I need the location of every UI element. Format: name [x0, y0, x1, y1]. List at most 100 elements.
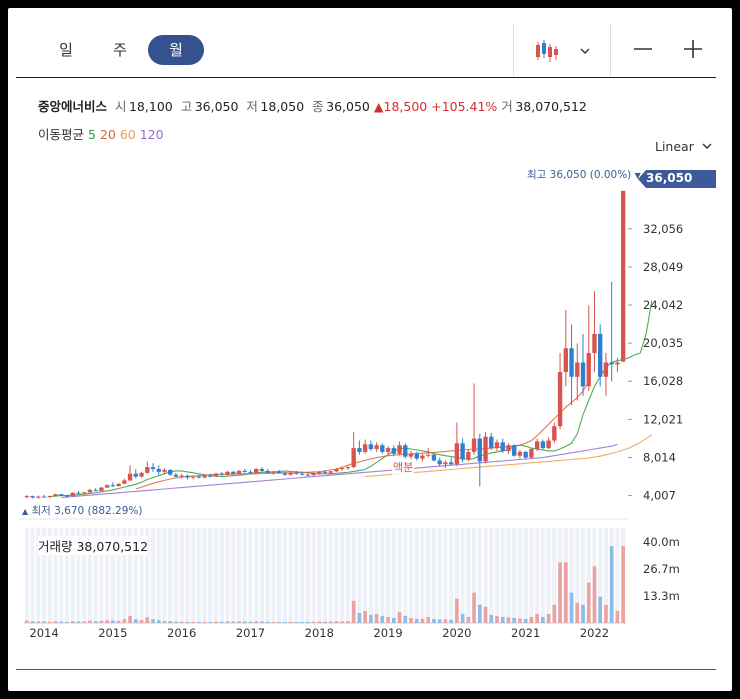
volume-bar: [495, 615, 499, 623]
ma-legend-label: 이동평균: [38, 127, 85, 142]
candle-body: [271, 471, 276, 473]
candle-body: [448, 462, 454, 465]
candle-body: [426, 454, 431, 456]
volume-column-bg: [30, 528, 35, 623]
candle-body: [569, 348, 574, 377]
change-value: ▲18,500: [373, 99, 428, 114]
volume-bar: [334, 621, 339, 623]
candle-body: [156, 469, 161, 472]
volume-bar: [455, 598, 459, 623]
candle-body: [294, 472, 299, 474]
volume-bar: [472, 592, 476, 623]
open-value: 18,100: [128, 99, 173, 114]
volume-column-bg: [466, 528, 471, 623]
tab-daily[interactable]: 일: [50, 35, 82, 65]
volume-bar: [323, 621, 327, 623]
candle-body: [328, 471, 333, 473]
volume-bar: [581, 604, 585, 623]
volume-bar: [466, 616, 471, 623]
volume-bar: [460, 613, 465, 623]
scale-selector[interactable]: Linear: [655, 139, 714, 154]
volume-bar: [311, 621, 316, 623]
volume-bar: [592, 566, 597, 623]
event-marker: 액분: [392, 459, 415, 475]
chart-widget: 일 주 월 중앙에너비스 시 18,100 고 36,050 저 18,050 …: [8, 8, 732, 691]
close-value: 36,050: [326, 99, 370, 114]
volume-bar: [179, 621, 184, 623]
volume-bar: [552, 604, 557, 623]
candle-body: [431, 454, 437, 461]
volume-bar: [219, 621, 224, 623]
volume-column-bg: [552, 528, 557, 623]
volume-column-bg: [242, 528, 247, 623]
candle-body: [76, 492, 81, 494]
volume-column-bg: [563, 528, 568, 623]
y-tick-label: 12,021: [643, 412, 683, 426]
ma-line-20: [135, 381, 590, 490]
volume-column-bg: [300, 528, 305, 623]
scale-label: Linear: [655, 139, 694, 154]
candle-body: [563, 348, 568, 373]
low-label: 저: [246, 99, 258, 114]
plus-icon: [684, 40, 702, 58]
candle-body: [70, 492, 75, 497]
candle-body: [546, 440, 551, 449]
candle-body: [454, 443, 460, 465]
volume-column-bg: [162, 528, 167, 623]
zoom-in-button[interactable]: [678, 34, 708, 64]
candle-body: [391, 448, 396, 454]
volume-column-bg: [500, 528, 505, 623]
candle-body: [489, 436, 494, 449]
volume-bar: [604, 604, 608, 623]
chart-style-button[interactable]: [528, 34, 598, 68]
volume-bar: [225, 621, 230, 623]
volume-column-bg: [408, 528, 414, 623]
volume-column-bg: [603, 528, 608, 623]
candle-body: [47, 496, 52, 498]
volume-bar: [443, 619, 448, 623]
candle-body: [276, 471, 282, 474]
volume-bar: [403, 615, 408, 623]
candle-body: [408, 453, 414, 457]
volume-bar: [500, 616, 505, 623]
candle-body: [311, 473, 316, 476]
candle-body: [110, 485, 116, 487]
volume-bar: [477, 604, 482, 623]
volume-bar: [317, 621, 322, 623]
volume-bar: [99, 620, 104, 623]
high-marker: 최고 36,050 (0.00%) ▼: [527, 167, 641, 182]
volume-bar: [518, 618, 522, 623]
candle-body: [483, 436, 488, 462]
tab-weekly[interactable]: 주: [104, 35, 136, 65]
volume-column-bg: [472, 528, 477, 623]
candle-body: [254, 469, 259, 473]
volume-bar: [25, 620, 29, 623]
candle-body: [242, 470, 247, 472]
volume-bar: [305, 621, 310, 623]
volume-bar: [586, 582, 591, 623]
zoom-out-button[interactable]: [628, 34, 658, 64]
candle-body: [351, 448, 356, 468]
candle-body: [403, 445, 408, 457]
volume-bar: [506, 617, 511, 623]
volume-bar: [340, 621, 345, 623]
volume-column-bg: [437, 528, 442, 623]
x-tick-label: 2022: [580, 626, 609, 640]
volume-bar: [237, 621, 241, 623]
volume-bar: [208, 621, 213, 623]
low-marker-text: 최저 3,670 (882.29%): [31, 505, 143, 517]
volume-bar: [609, 546, 614, 623]
chevron-down-icon: [702, 143, 712, 149]
volume-column-bg: [277, 528, 282, 623]
y-tick-label: 8,014: [643, 450, 676, 464]
candle-body: [345, 467, 351, 469]
candle-body: [414, 453, 419, 459]
volume-column-bg: [374, 528, 379, 623]
y-tick-label: 16,028: [643, 374, 683, 388]
tab-monthly[interactable]: 월: [148, 35, 204, 65]
volume-bar: [254, 621, 259, 623]
volume-column-bg: [477, 528, 482, 623]
volume-bar: [128, 615, 132, 623]
volume-bar: [93, 621, 98, 623]
current-price-text: 36,050: [646, 171, 693, 185]
